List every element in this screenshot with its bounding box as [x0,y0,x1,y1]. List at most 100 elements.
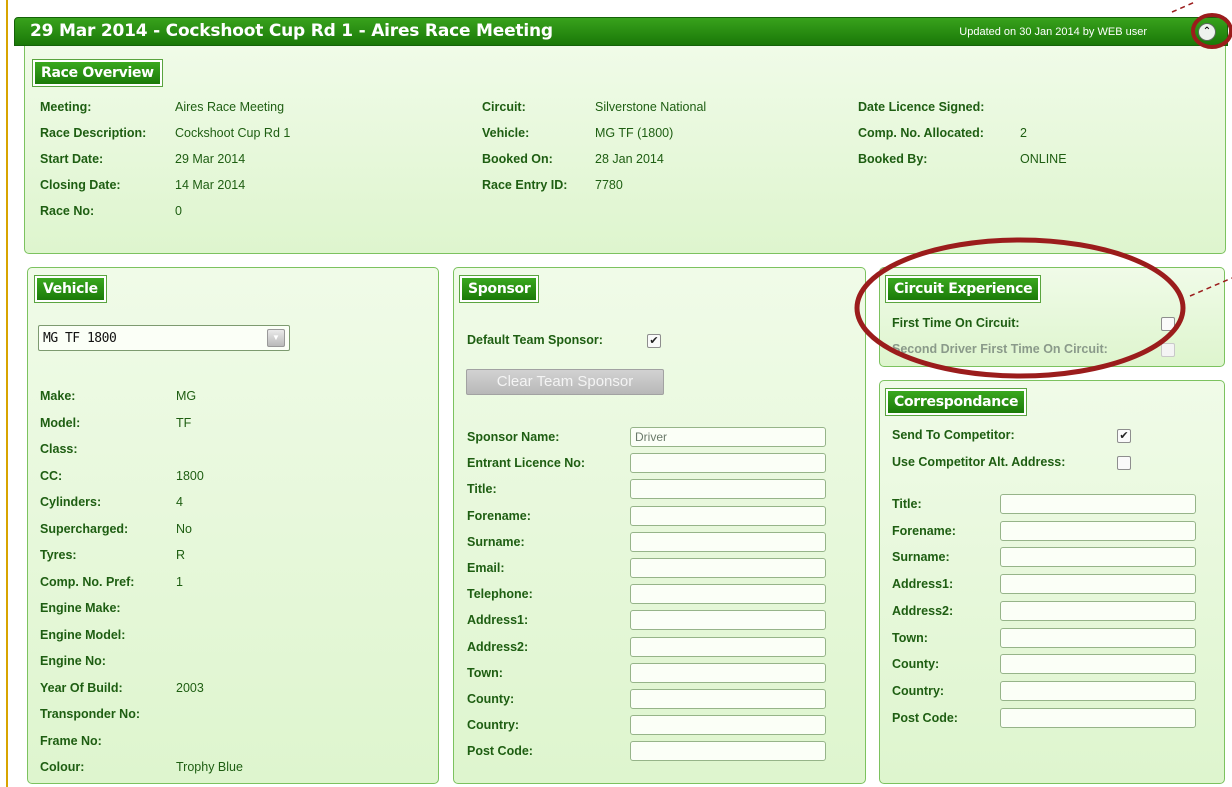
use-alt-address-label: Use Competitor Alt. Address: [892,455,1066,469]
annotation-pointer-top [1171,1,1196,13]
race-header: 29 Mar 2014 - Cockshoot Cup Rd 1 - Aires… [14,17,1228,46]
overview-label: Comp. No. Allocated: [858,126,984,140]
send-to-competitor-checkbox[interactable]: ✔ [1117,429,1131,443]
first-time-on-circuit-label: First Time On Circuit: [892,316,1020,330]
correspondance-field-input[interactable] [1000,494,1196,514]
correspondance-field-input[interactable] [1000,547,1196,568]
correspondance-field-label: County: [892,657,940,672]
vehicle-field-value: TF [176,415,192,430]
overview-value: 7780 [595,178,623,192]
overview-label: Closing Date: [40,178,121,192]
vehicle-field-value: No [176,521,192,536]
sponsor-field-label: Surname: [467,534,525,549]
overview-value: 14 Mar 2014 [175,178,246,192]
overview-value: 0 [175,204,182,218]
sponsor-field-input[interactable]: Driver [630,427,826,447]
overview-value: Aires Race Meeting [175,100,285,114]
correspondance-field-label: Surname: [892,550,950,565]
dropdown-arrow-icon[interactable]: ▼ [267,329,285,347]
sponsor-field-input[interactable] [630,453,826,474]
vehicle-field-label: CC: [40,468,63,483]
correspondance-field-input[interactable] [1000,600,1196,621]
race-overview-panel: Race Overview Meeting: Aires Race Meetin… [24,46,1226,254]
sponsor-field-label: Country: [467,718,520,733]
overview-value: 2 [1020,126,1027,140]
send-to-competitor-label: Send To Competitor: [892,428,1015,442]
overview-label: Booked On: [482,152,553,166]
sponsor-field-input[interactable] [630,531,826,552]
sponsor-field-label: Telephone: [467,587,533,602]
default-team-sponsor-label: Default Team Sponsor: [467,333,603,347]
vehicle-field-label: Model: [40,415,81,430]
vehicle-field-value: 1 [176,574,183,589]
first-time-on-circuit-checkbox[interactable] [1161,317,1175,331]
correspondance-field-input[interactable] [1000,654,1196,675]
sponsor-field-label: Title: [467,482,497,497]
clear-team-sponsor-button[interactable]: Clear Team Sponsor [466,369,664,395]
sponsor-field-input[interactable] [630,741,826,762]
use-alt-address-checkbox[interactable] [1117,456,1131,470]
correspondance-field-label: Town: [892,630,928,645]
sponsor-field-input[interactable] [630,558,826,578]
sponsor-field-label: Town: [467,665,503,680]
vehicle-select[interactable]: MG TF 1800 ▼ [38,325,290,351]
correspondance-title: Correspondance [886,389,1027,415]
overview-label: Race Description: [40,126,147,140]
overview-value: 28 Jan 2014 [595,152,664,166]
updated-info: Updated on 30 Jan 2014 by WEB user [959,26,1147,38]
correspondance-field-label: Post Code: [892,710,958,725]
vehicle-field-label: Engine Model: [40,627,126,642]
vehicle-field-value: 1800 [176,468,204,483]
sponsor-field-label: Email: [467,561,505,575]
sponsor-field-input[interactable] [630,505,826,526]
correspondance-field-input[interactable] [1000,574,1196,595]
vehicle-panel: Vehicle MG TF 1800 ▼ Make: MG Model: TF Clas… [27,267,439,784]
overview-value: MG TF (1800) [595,126,674,140]
sponsor-field-input[interactable] [630,715,826,736]
overview-value: Silverstone National [595,100,707,114]
vehicle-field-label: Frame No: [40,733,102,748]
correspondance-field-input[interactable] [1000,680,1196,701]
overview-value: Cockshoot Cup Rd 1 [175,126,291,140]
correspondance-field-input[interactable] [1000,707,1196,728]
sponsor-field-input[interactable] [630,636,826,657]
sponsor-field-input[interactable] [630,584,826,605]
sponsor-title: Sponsor [460,276,539,302]
left-rule [6,0,8,787]
vehicle-field-label: Cylinders: [40,495,102,509]
correspondance-field-input[interactable] [1000,520,1196,541]
overview-value: ONLINE [1020,152,1067,166]
correspondance-field-input[interactable] [1000,627,1196,648]
vehicle-field-label: Year Of Build: [40,680,123,695]
vehicle-field-label: Class: [40,442,78,456]
overview-label: Race No: [40,204,95,218]
vehicle-field-label: Engine No: [40,654,106,668]
sponsor-field-input[interactable] [630,662,826,683]
vehicle-field-value: 2003 [176,680,204,695]
overview-value: 29 Mar 2014 [175,152,246,166]
vehicle-title: Vehicle [35,276,106,302]
sponsor-field-label: Sponsor Name: [467,430,560,444]
vehicle-field-label: Supercharged: [40,521,129,536]
vehicle-field-label: Engine Make: [40,601,121,615]
vehicle-field-label: Transponder No: [40,707,141,721]
sponsor-field-label: Address2: [467,639,529,654]
double-chevron-up-icon[interactable]: ⌃ [1198,23,1216,41]
overview-label: Booked By: [858,152,928,166]
sponsor-field-label: Address1: [467,613,529,628]
correspondance-field-label: Forename: [892,523,956,538]
overview-label: Start Date: [40,152,104,166]
sponsor-field-input[interactable] [630,610,826,631]
sponsor-panel: Sponsor Default Team Sponsor: ✔ Clear Te… [453,267,866,784]
page-title: 29 Mar 2014 - Cockshoot Cup Rd 1 - Aires… [30,21,553,41]
vehicle-select-value: MG TF 1800 [43,331,117,346]
circuit-experience-panel: Circuit Experience First Time On Circuit… [879,267,1225,367]
sponsor-field-input[interactable] [630,689,826,709]
second-driver-first-time-checkbox[interactable] [1161,343,1175,357]
overview-label: Circuit: [482,100,526,114]
default-team-sponsor-checkbox[interactable]: ✔ [647,334,661,348]
sponsor-field-input[interactable] [630,479,826,500]
sponsor-field-label: Entrant Licence No: [467,456,586,471]
race-overview-title: Race Overview [33,60,162,86]
correspondance-field-label: Title: [892,497,922,511]
